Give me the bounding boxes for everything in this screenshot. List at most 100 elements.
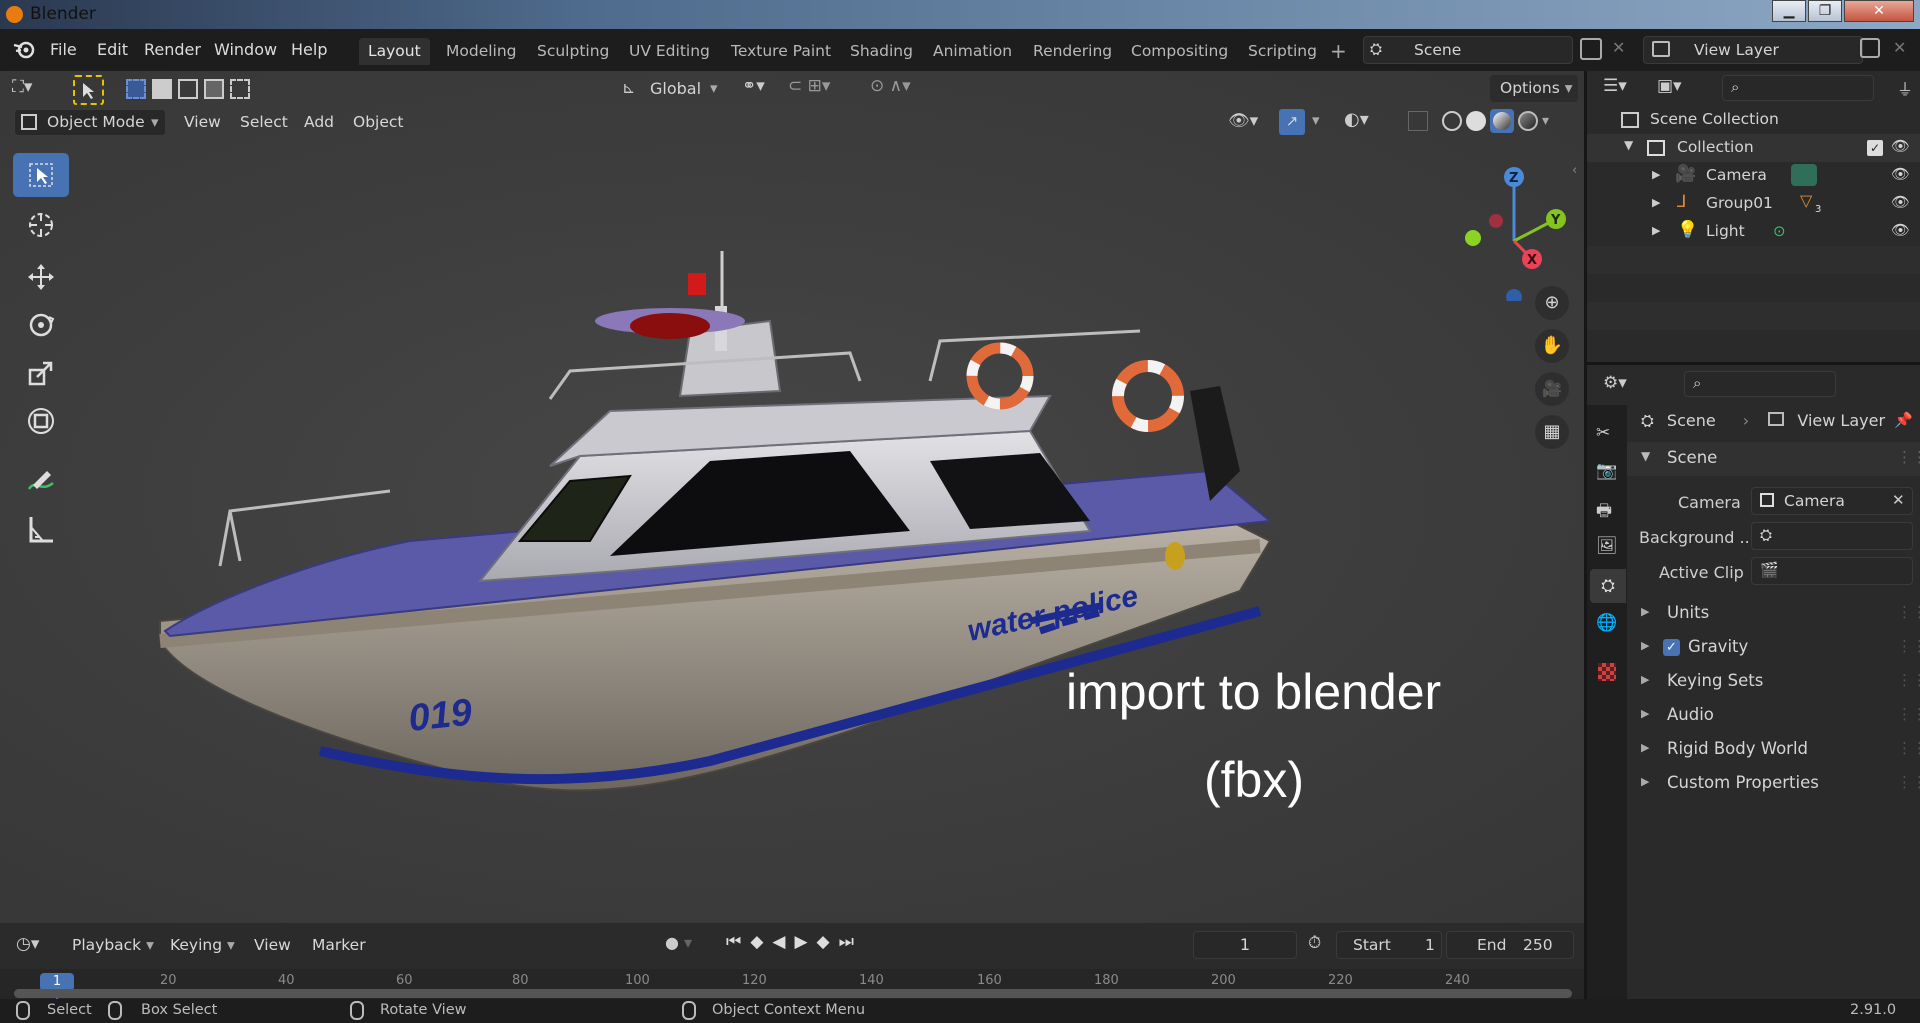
drag-handle-icon[interactable]: ⋮⋮	[1897, 603, 1920, 621]
timeline-editor[interactable]: ◷▾ Playback ▾ Keying ▾ View Marker ● ▾ ⏮…	[0, 923, 1584, 999]
panel-custom-properties[interactable]: ▶ Custom Properties ⋮⋮	[1627, 767, 1920, 801]
expand-arrow-icon[interactable]: ▶	[1652, 168, 1660, 181]
display-mode-icon[interactable]: ▣▾	[1657, 76, 1682, 96]
menu-edit[interactable]: Edit	[97, 40, 128, 59]
outliner-row-group01[interactable]: ▶ ⅃ Group01 ▽ 3 👁	[1587, 190, 1920, 218]
tab-texture-paint[interactable]: Texture Paint	[722, 38, 840, 65]
new-scene-icon[interactable]	[1580, 38, 1602, 60]
camera-field[interactable]: Camera ✕	[1751, 487, 1913, 515]
select-tool-icon[interactable]	[73, 75, 104, 105]
current-frame-field[interactable]: 1	[1193, 931, 1297, 959]
viewport-menu-view[interactable]: View	[176, 110, 229, 136]
world-tab-icon[interactable]: 🌐	[1596, 613, 1617, 633]
active-clip-field[interactable]: 🎬	[1751, 557, 1913, 585]
tab-shading[interactable]: Shading	[841, 38, 922, 65]
outliner-search-input[interactable]: ⌕	[1722, 75, 1874, 101]
minimize-button[interactable]: ▁	[1772, 0, 1806, 22]
wireframe-shading-icon[interactable]	[1442, 111, 1462, 131]
blender-menu-icon[interactable]	[12, 38, 36, 60]
drag-handle-icon[interactable]: ⋮⋮	[1897, 637, 1920, 655]
select-extend-icon[interactable]	[152, 79, 172, 99]
eye-icon[interactable]: 👁	[1891, 193, 1910, 211]
gizmo-toggle-icon[interactable]: ↗	[1279, 109, 1305, 135]
jump-end-icon[interactable]: ⏭	[839, 932, 854, 952]
tab-uv-editing[interactable]: UV Editing	[620, 38, 719, 65]
outliner-row-scene-collection[interactable]: Scene Collection	[1587, 106, 1920, 134]
xray-icon[interactable]	[1408, 111, 1428, 131]
tool-measure[interactable]	[13, 507, 69, 551]
tab-animation[interactable]: Animation	[924, 38, 1021, 65]
next-keyframe-icon[interactable]: ◆	[817, 932, 830, 952]
material-preview-icon[interactable]	[1490, 109, 1514, 133]
timeline-scrollbar[interactable]	[14, 989, 1572, 998]
viewport-menu-object[interactable]: Object	[345, 110, 411, 136]
clear-field-icon[interactable]: ✕	[1892, 491, 1905, 509]
editor-type-icon[interactable]: ⛶▾	[12, 77, 54, 103]
eye-icon[interactable]: 👁	[1891, 137, 1910, 155]
outliner-row-collection[interactable]: ▼ Collection ✓ 👁	[1587, 134, 1920, 162]
properties-search-input[interactable]: ⌕	[1684, 371, 1836, 397]
menu-window[interactable]: Window	[214, 40, 277, 59]
proportional-edit-icon[interactable]: ⊙ ∧▾	[870, 76, 911, 96]
tool-scale[interactable]	[13, 351, 69, 395]
background-field[interactable]: ⛭	[1751, 522, 1913, 550]
drag-handle-icon[interactable]: ⋮⋮	[1897, 773, 1920, 791]
start-frame-field[interactable]: Start 1	[1336, 931, 1442, 959]
pan-hand-icon[interactable]: ✋	[1535, 329, 1569, 363]
shading-mode-buttons[interactable]: ▾	[1442, 109, 1549, 133]
tab-rendering[interactable]: Rendering	[1024, 38, 1121, 65]
tool-select-box[interactable]	[13, 153, 69, 197]
perspective-grid-icon[interactable]: ▦	[1535, 415, 1569, 449]
play-reverse-icon[interactable]: ◀	[772, 932, 785, 952]
snap-icon[interactable]: ⊂ ⊞▾	[788, 76, 830, 96]
output-tab-icon[interactable]: 🖶	[1596, 498, 1612, 527]
tool-annotate[interactable]	[13, 459, 69, 503]
tool-tab-icon[interactable]: ✂	[1596, 423, 1610, 443]
overlays-icon[interactable]: ◐▾	[1344, 109, 1369, 130]
camera-view-icon[interactable]: 🎥	[1535, 372, 1569, 406]
stopwatch-icon[interactable]: ⏱	[1308, 933, 1321, 953]
eye-icon[interactable]: 👁	[1891, 221, 1910, 239]
select-intersect-icon[interactable]	[230, 79, 250, 99]
select-invert-icon[interactable]	[204, 79, 224, 99]
panel-scene-header[interactable]: ▼ Scene ⋮⋮	[1627, 442, 1920, 476]
drag-handle-icon[interactable]: ⋮⋮	[1897, 448, 1920, 466]
visibility-icon[interactable]: 👁▾	[1228, 111, 1258, 131]
expand-arrow-icon[interactable]: ▶	[1652, 196, 1660, 209]
properties-editor-icon[interactable]: ⚙▾	[1603, 373, 1627, 393]
transform-orientation-dropdown[interactable]: ⊾ Global ▾	[618, 75, 728, 103]
tab-sculpting[interactable]: Sculpting	[528, 38, 618, 65]
expand-arrow-icon[interactable]: ▼	[1624, 138, 1633, 152]
timeline-menu-playback[interactable]: Playback ▾	[64, 933, 162, 959]
timeline-ruler[interactable]: 1 20 40 60 80 100 120 140 160 180 200 22…	[0, 969, 1584, 999]
navigation-gizmo[interactable]: Z Y X	[1455, 151, 1573, 301]
delete-view-layer-icon[interactable]: ✕	[1893, 38, 1906, 57]
selection-mode-buttons[interactable]	[126, 79, 256, 101]
viewport-menu-select[interactable]: Select	[232, 110, 296, 136]
panel-units[interactable]: ▶ Units ⋮⋮	[1627, 597, 1920, 631]
tool-cursor[interactable]	[13, 203, 69, 247]
add-workspace-button[interactable]: +	[1330, 39, 1347, 63]
checkbox-icon[interactable]: ✓	[1867, 140, 1883, 156]
close-window-button[interactable]: ✕	[1844, 0, 1914, 22]
outliner-editor-icon[interactable]: ☰▾	[1603, 76, 1627, 96]
new-view-layer-icon[interactable]	[1860, 38, 1880, 58]
drag-handle-icon[interactable]: ⋮⋮	[1897, 671, 1920, 689]
rendered-shading-icon[interactable]	[1518, 111, 1538, 131]
panel-keying-sets[interactable]: ▶ Keying Sets ⋮⋮	[1627, 665, 1920, 699]
timeline-menu-keying[interactable]: Keying ▾	[162, 933, 243, 959]
tab-scripting[interactable]: Scripting	[1239, 38, 1326, 65]
object-mode-dropdown[interactable]: Object Mode ▾	[14, 109, 166, 136]
viewport-menu-add[interactable]: Add	[296, 110, 342, 136]
auto-keying-icon[interactable]: ● ▾	[665, 933, 692, 952]
jump-start-icon[interactable]: ⏮	[726, 932, 741, 952]
tool-transform[interactable]	[13, 399, 69, 443]
sidebar-toggle-icon[interactable]: ‹	[1572, 163, 1577, 178]
texture-tab-icon[interactable]	[1598, 663, 1616, 681]
chevron-down-icon[interactable]: ▾	[1312, 111, 1320, 129]
tab-modeling[interactable]: Modeling	[437, 38, 526, 65]
solid-shading-icon[interactable]	[1466, 111, 1486, 131]
play-icon[interactable]: ▶	[794, 932, 807, 952]
gizmo-neg-x[interactable]	[1489, 214, 1503, 228]
prev-keyframe-icon[interactable]: ◆	[750, 932, 763, 952]
